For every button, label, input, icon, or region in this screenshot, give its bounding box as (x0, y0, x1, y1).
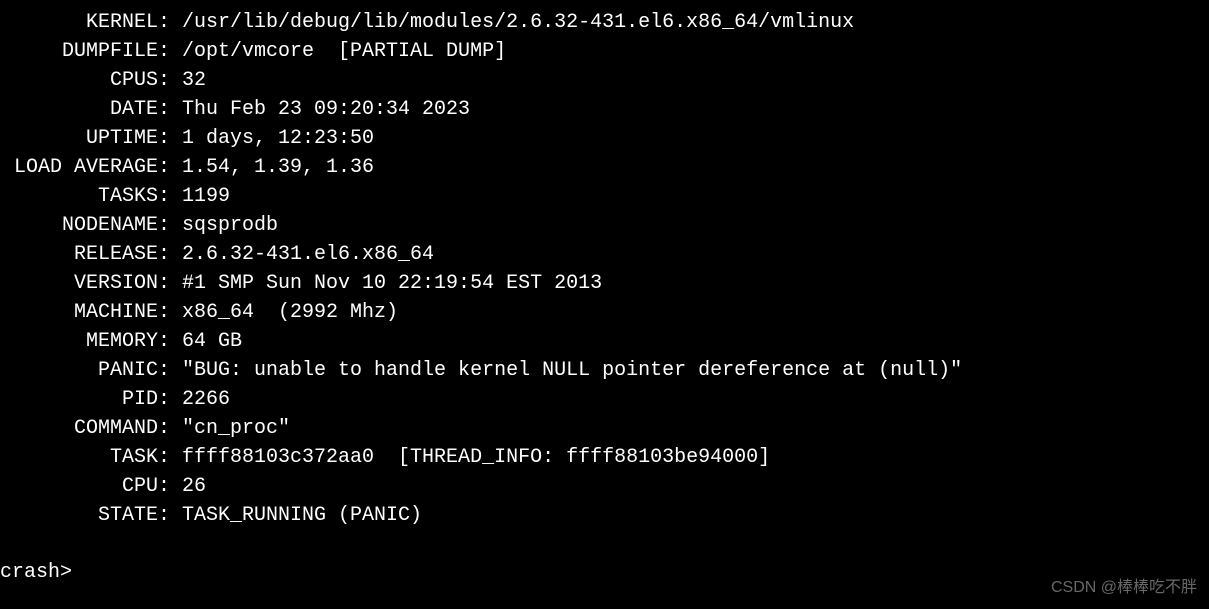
state-label: STATE: (0, 501, 170, 530)
nodename-value: sqsprodb (182, 214, 278, 237)
command-line: COMMAND: "cn_proc" (0, 414, 1209, 443)
memory-label: MEMORY: (0, 327, 170, 356)
pid-line: PID: 2266 (0, 385, 1209, 414)
cpu-line: CPU: 26 (0, 472, 1209, 501)
pid-label: PID: (0, 385, 170, 414)
uptime-value: 1 days, 12:23:50 (182, 127, 374, 150)
version-value: #1 SMP Sun Nov 10 22:19:54 EST 2013 (182, 272, 602, 295)
release-value: 2.6.32-431.el6.x86_64 (182, 243, 434, 266)
uptime-line: UPTIME: 1 days, 12:23:50 (0, 124, 1209, 153)
machine-label: MACHINE: (0, 298, 170, 327)
nodename-label: NODENAME: (0, 211, 170, 240)
nodename-line: NODENAME: sqsprodb (0, 211, 1209, 240)
release-line: RELEASE: 2.6.32-431.el6.x86_64 (0, 240, 1209, 269)
panic-label: PANIC: (0, 356, 170, 385)
kernel-line: KERNEL: /usr/lib/debug/lib/modules/2.6.3… (0, 8, 1209, 37)
date-label: DATE: (0, 95, 170, 124)
command-value: "cn_proc" (182, 417, 290, 440)
state-value: TASK_RUNNING (PANIC) (182, 504, 422, 527)
cpus-value: 32 (182, 69, 206, 92)
date-value: Thu Feb 23 09:20:34 2023 (182, 98, 470, 121)
version-line: VERSION: #1 SMP Sun Nov 10 22:19:54 EST … (0, 269, 1209, 298)
kernel-label: KERNEL: (0, 8, 170, 37)
dumpfile-label: DUMPFILE: (0, 37, 170, 66)
version-label: VERSION: (0, 269, 170, 298)
loadavg-value: 1.54, 1.39, 1.36 (182, 156, 374, 179)
date-line: DATE: Thu Feb 23 09:20:34 2023 (0, 95, 1209, 124)
uptime-label: UPTIME: (0, 124, 170, 153)
crash-prompt-text: crash> (0, 561, 72, 584)
loadavg-label: LOAD AVERAGE: (0, 153, 170, 182)
memory-value: 64 GB (182, 330, 242, 353)
cpu-label: CPU: (0, 472, 170, 501)
machine-line: MACHINE: x86_64 (2992 Mhz) (0, 298, 1209, 327)
task-label: TASK: (0, 443, 170, 472)
panic-line: PANIC: "BUG: unable to handle kernel NUL… (0, 356, 1209, 385)
crash-prompt[interactable]: crash> (0, 558, 1209, 587)
dumpfile-value: /opt/vmcore [PARTIAL DUMP] (182, 40, 506, 63)
memory-line: MEMORY: 64 GB (0, 327, 1209, 356)
cpus-label: CPUS: (0, 66, 170, 95)
loadavg-line: LOAD AVERAGE: 1.54, 1.39, 1.36 (0, 153, 1209, 182)
tasks-value: 1199 (182, 185, 230, 208)
state-line: STATE: TASK_RUNNING (PANIC) (0, 501, 1209, 530)
panic-value: "BUG: unable to handle kernel NULL point… (182, 359, 962, 382)
tasks-label: TASKS: (0, 182, 170, 211)
release-label: RELEASE: (0, 240, 170, 269)
task-line: TASK: ffff88103c372aa0 [THREAD_INFO: fff… (0, 443, 1209, 472)
kernel-value: /usr/lib/debug/lib/modules/2.6.32-431.el… (182, 11, 854, 34)
dumpfile-line: DUMPFILE: /opt/vmcore [PARTIAL DUMP] (0, 37, 1209, 66)
cpu-value: 26 (182, 475, 206, 498)
task-value: ffff88103c372aa0 [THREAD_INFO: ffff88103… (182, 446, 770, 469)
machine-value: x86_64 (2992 Mhz) (182, 301, 398, 324)
cpus-line: CPUS: 32 (0, 66, 1209, 95)
command-label: COMMAND: (0, 414, 170, 443)
watermark-text: CSDN @棒棒吃不胖 (1051, 576, 1197, 599)
pid-value: 2266 (182, 388, 230, 411)
tasks-line: TASKS: 1199 (0, 182, 1209, 211)
